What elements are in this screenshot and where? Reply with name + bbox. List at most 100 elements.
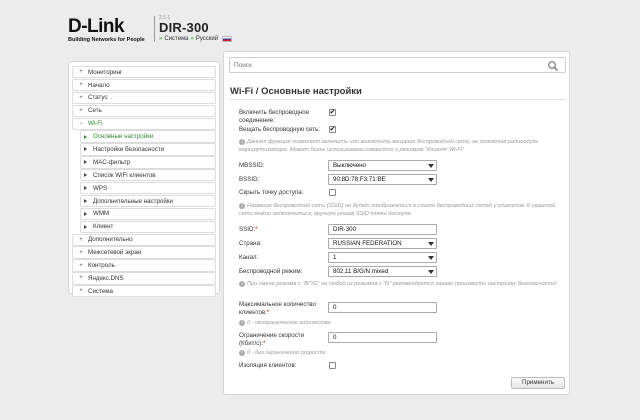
expand-icon: + — [79, 288, 83, 295]
hide-ap-note: i Название беспроводной сети (SSID) не бу… — [239, 203, 557, 218]
triangle-right-icon — [84, 211, 88, 216]
header: D-Link Building Networks for People 2.5.… — [0, 0, 640, 52]
sidebar-item-wps[interactable]: WPS — [80, 182, 216, 195]
sidebar-item-система[interactable]: + Система — [72, 285, 216, 298]
triangle-right-icon — [84, 173, 88, 178]
page-title-name: Основные настройки — [261, 86, 362, 97]
hide-ap-checkbox[interactable] — [329, 189, 336, 196]
chevron-down-icon — [428, 164, 434, 168]
sidebar-item-label: Мониторинг — [88, 68, 123, 76]
sidebar-item-label: Список WiFi клиентов — [93, 171, 156, 179]
isolation-checkbox[interactable] — [329, 362, 336, 369]
header-links: » Система » Русский — [159, 36, 233, 42]
search-input[interactable] — [230, 58, 530, 72]
country-select[interactable]: RUSSIAN FEDERATION — [328, 238, 437, 249]
expand-icon: + — [79, 94, 83, 101]
sidebar-item-сеть[interactable]: + Сеть — [72, 104, 216, 117]
channel-value: 1 — [333, 254, 337, 261]
sidebar-item-мониторинг[interactable]: + Мониторинг — [72, 66, 216, 79]
sidebar-item-label: Начало — [88, 81, 110, 89]
sidebar-item-контроль[interactable]: + Контроль — [72, 259, 216, 272]
sidebar-item-межсетевой-экран[interactable]: + Межсетевой экран — [72, 246, 216, 259]
mode-note-text: При смене режима с "B/"/G" на любой из р… — [247, 281, 557, 287]
bssid-select[interactable]: 90:8D:78:F3:71:BE — [328, 174, 437, 185]
sidebar-item-label: Сеть — [88, 107, 102, 115]
chevron-down-icon — [428, 256, 434, 260]
triangle-right-icon — [84, 224, 88, 229]
max-clients-input[interactable]: 0 — [328, 302, 437, 313]
max-clients-note-text: 0 - неограниченное количество — [247, 320, 331, 326]
chevron-down-icon — [428, 178, 434, 182]
collapse-icon: − — [79, 120, 83, 127]
sidebar-item-label: Межсетевой экран — [88, 249, 142, 257]
expand-icon: + — [79, 262, 83, 269]
info-icon: i — [239, 139, 245, 145]
info-icon: i — [239, 203, 245, 209]
speed-limit-label-text: Ограничение скорости (Кбит/с): — [239, 332, 305, 347]
system-link[interactable]: Система — [164, 36, 188, 42]
broadcast-checkbox[interactable] — [329, 126, 336, 133]
speed-limit-note: i0 - без ограничения скорости — [239, 350, 557, 358]
sidebar-item-wmm[interactable]: WMM — [80, 207, 216, 221]
channel-select[interactable]: 1 — [328, 252, 437, 263]
bssid-value: 90:8D:78:F3:71:BE — [333, 176, 386, 183]
main-panel: Wi-Fi / Основные настройки Включить бесп… — [223, 51, 570, 395]
triangle-right-icon — [84, 147, 88, 152]
arrow-icon: » — [190, 36, 194, 42]
search-icon[interactable] — [547, 60, 559, 72]
mbssid-value: Выключено — [333, 162, 366, 169]
sidebar-item-яндекс-dns[interactable]: + Яндекс.DNS — [72, 272, 216, 285]
triangle-right-icon — [84, 160, 88, 165]
logo-tagline: Building Networks for People — [68, 37, 145, 43]
sidebar-item-начало[interactable]: + Начало — [72, 78, 216, 92]
max-clients-label-text: Максимальное количество клиентов: — [239, 301, 316, 316]
sidebar-item-основные-настройки[interactable]: Основные настройки — [80, 130, 216, 143]
sidebar-item-дополнительно[interactable]: + Дополнительно — [72, 233, 216, 246]
triangle-right-icon — [84, 186, 88, 191]
bssid-label: BSSID: — [239, 176, 260, 183]
country-label: Страна: — [239, 240, 262, 247]
speed-limit-note-text: 0 - без ограничения скорости — [247, 350, 326, 356]
speed-limit-label: Ограничение скорости (Кбит/с):* — [239, 332, 319, 348]
russian-flag-icon[interactable] — [222, 36, 233, 42]
arrow-icon: » — [159, 36, 163, 42]
expand-icon: + — [79, 249, 83, 256]
sidebar-item-клиент[interactable]: Клиент — [80, 220, 216, 233]
speed-limit-input[interactable]: 0 — [328, 332, 437, 343]
sidebar-item-wi-fi[interactable]: − Wi-Fi — [72, 117, 216, 130]
ssid-input[interactable]: DIR-300 — [328, 224, 437, 235]
sidebar-item-дополнительные-настройки[interactable]: Дополнительные настройки — [80, 194, 216, 208]
mode-note: i При смене режима с "B/"/G" на любой из … — [239, 281, 557, 289]
language-link[interactable]: Русский — [196, 36, 218, 42]
chevron-down-icon — [428, 242, 434, 246]
sidebar-item-label: Клиент — [93, 223, 114, 231]
ssid-label: SSID:* — [239, 226, 258, 234]
sidebar-item-label: WPS — [93, 184, 108, 192]
sidebar-item-label: Контроль — [88, 262, 115, 269]
max-clients-note: i0 - неограниченное количество — [239, 320, 557, 328]
sidebar-item-настройки-безопасности[interactable]: Настройки безопасности — [80, 143, 216, 156]
sidebar-item-mac-фильтр[interactable]: MAC-фильтр — [80, 156, 216, 169]
page-title-section[interactable]: Wi-Fi / — [230, 86, 258, 97]
mbssid-label: MBSSID: — [239, 162, 265, 169]
expand-icon: + — [79, 275, 83, 282]
expand-icon: + — [79, 107, 83, 114]
sidebar-item-label: Настройки безопасности — [93, 145, 165, 153]
sidebar-item-список-wifi-клиентов[interactable]: Список WiFi клиентов — [80, 169, 216, 182]
info-icon: i — [239, 281, 245, 287]
title-divider — [230, 99, 565, 100]
sidebar-item-label: Статус — [88, 94, 108, 102]
hide-ap-label: Скрыть точку доступа: — [239, 189, 304, 196]
info-icon: i — [239, 320, 245, 326]
channel-label: Канал: — [239, 254, 259, 261]
mode-select[interactable]: 802.11 B/G/N mixed — [328, 266, 437, 277]
enable-wireless-checkbox[interactable] — [329, 109, 336, 116]
mbssid-select[interactable]: Выключено — [328, 160, 437, 171]
mode-label: Беспроводной режим: — [239, 268, 303, 275]
header-divider — [154, 16, 155, 42]
expand-icon: + — [79, 236, 83, 243]
apply-button[interactable]: Применить — [511, 377, 565, 389]
broadcast-note-text: Данная функция позволяет включить или вы… — [239, 139, 539, 153]
sidebar-item-статус[interactable]: + Статус — [72, 91, 216, 105]
max-clients-label: Максимальное количество клиентов:* — [239, 301, 324, 317]
